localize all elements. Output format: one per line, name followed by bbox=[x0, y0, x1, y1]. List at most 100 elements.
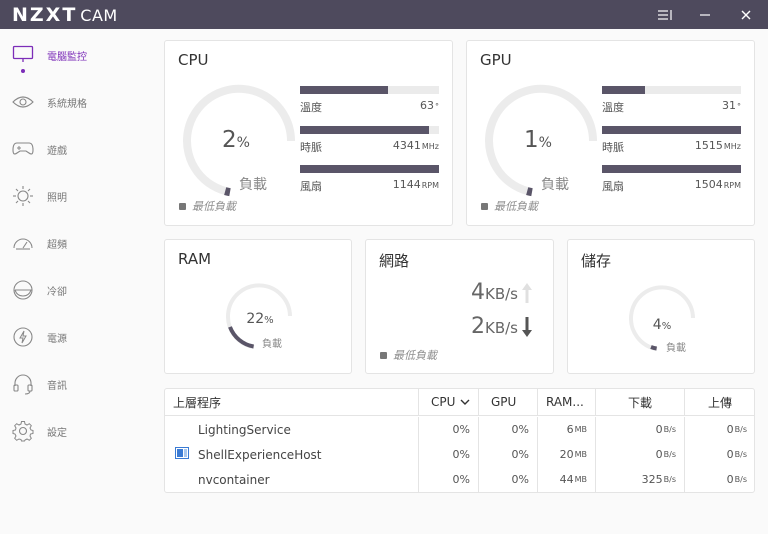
gpu-clock-readout: 1515MHz bbox=[661, 139, 741, 152]
gpu-card[interactable]: GPU 1% 負載 最低負載 溫度 31° 時脈 1515MHz 風扇 1504… bbox=[466, 40, 755, 226]
process-download: 0 B/s bbox=[596, 442, 685, 467]
col-header-upload[interactable]: 上傳 bbox=[685, 389, 755, 416]
sidebar-item-label: 遊戲 bbox=[47, 145, 67, 157]
sidebar-item-label: 設定 bbox=[47, 427, 67, 439]
cooling-icon bbox=[11, 278, 35, 302]
sidebar-item-pc-monitor[interactable]: 電腦監控 bbox=[0, 35, 150, 75]
cpu-temp-bar-fill bbox=[300, 86, 388, 94]
process-upload: 0 B/s bbox=[685, 467, 755, 492]
sidebar-item-label: 電源 bbox=[47, 333, 67, 345]
gpu-fan-value: 1504 bbox=[694, 178, 723, 191]
cpu-low-load: 最低負載 bbox=[179, 198, 236, 214]
gpu-fan-label: 風扇 bbox=[602, 180, 624, 193]
gpu-low-load: 最低負載 bbox=[481, 198, 538, 214]
minimize-icon bbox=[700, 13, 710, 16]
sidebar-item-power[interactable]: 電源 bbox=[0, 317, 150, 357]
col-header-download[interactable]: 下載 bbox=[596, 389, 685, 416]
sidebar-item-cooling[interactable]: 冷卻 bbox=[0, 270, 150, 310]
sidebar-item-lighting[interactable]: 照明 bbox=[0, 176, 150, 216]
col-header-cpu[interactable]: CPU bbox=[419, 389, 479, 416]
network-card[interactable]: 網路 4KB/s 2KB/s 最低負載 bbox=[365, 239, 554, 374]
network-upload-unit: KB/s bbox=[485, 285, 518, 303]
process-download-value: 0 bbox=[655, 448, 663, 461]
gpu-clock-bar bbox=[602, 126, 741, 134]
gpu-temp-bar-fill bbox=[602, 86, 646, 94]
cpu-fan-unit: RPM bbox=[421, 181, 439, 190]
cpu-temp-value: 63 bbox=[420, 99, 434, 112]
power-icon bbox=[11, 325, 35, 349]
sidebar-item-overclock[interactable]: 超頻 bbox=[0, 223, 150, 263]
cpu-temp-bar bbox=[300, 86, 439, 94]
sidebar-item-label: 音訊 bbox=[47, 380, 67, 392]
low-load-square-icon bbox=[179, 202, 186, 210]
process-cpu: 0% bbox=[419, 442, 479, 467]
ram-load-unit: % bbox=[264, 315, 274, 326]
col-header-process-label: 上層程序 bbox=[173, 395, 222, 410]
cpu-temp-readout: 63° bbox=[369, 99, 439, 112]
col-header-process[interactable]: 上層程序 bbox=[165, 389, 419, 416]
close-button[interactable] bbox=[731, 0, 761, 29]
network-title: 網路 bbox=[379, 252, 410, 270]
active-indicator bbox=[21, 69, 25, 73]
process-ram-value: 44 bbox=[559, 473, 574, 486]
gpu-temp-unit: ° bbox=[737, 102, 741, 111]
sidebar: 電腦監控 系統規格 遊戲 照明 超頻 冷卻 電源 音訊 設定 bbox=[0, 29, 150, 534]
network-low-load-label: 最低負載 bbox=[393, 349, 437, 362]
cpu-clock-bar-fill bbox=[300, 126, 430, 134]
sidebar-item-audio[interactable]: 音訊 bbox=[0, 364, 150, 404]
col-header-ram[interactable]: RAM... bbox=[538, 389, 596, 416]
process-name: nvcontainer bbox=[165, 467, 419, 492]
storage-load-label: 負載 bbox=[666, 343, 686, 354]
process-download-value: 0 bbox=[655, 423, 663, 436]
logo-sub-text: CAM bbox=[80, 6, 118, 25]
gpu-clock-bar-fill bbox=[602, 126, 741, 134]
network-download-unit: KB/s bbox=[485, 319, 518, 337]
minimize-button[interactable] bbox=[690, 0, 720, 29]
sidebar-item-system-specs[interactable]: 系統規格 bbox=[0, 82, 150, 122]
storage-load-value: 4 bbox=[652, 317, 662, 333]
cpu-fan-bar-fill bbox=[300, 165, 439, 173]
light-icon bbox=[11, 184, 35, 208]
cpu-temp-label: 溫度 bbox=[300, 101, 322, 114]
low-load-square-icon bbox=[380, 351, 387, 359]
process-upload-unit: B/s bbox=[734, 475, 747, 484]
sidebar-item-label: 照明 bbox=[47, 192, 67, 204]
ram-load-label: 負載 bbox=[262, 339, 282, 350]
col-header-gpu[interactable]: GPU bbox=[479, 389, 538, 416]
col-header-cpu-label: CPU bbox=[431, 395, 456, 409]
process-ram-unit: MB bbox=[574, 475, 587, 484]
process-name: LightingService bbox=[165, 417, 419, 442]
gpu-title: GPU bbox=[480, 51, 512, 69]
storage-load-unit: % bbox=[661, 321, 672, 332]
menu-button[interactable] bbox=[650, 0, 680, 29]
app-logo: NZXT CAM bbox=[12, 5, 118, 25]
gpu-fan-unit: RPM bbox=[723, 181, 741, 190]
cpu-card[interactable]: CPU 2% 負載 最低負載 溫度 63° 時脈 4341MHz 風扇 1144… bbox=[164, 40, 453, 226]
gpu-load-label: 負載 bbox=[541, 177, 569, 193]
sidebar-item-gaming[interactable]: 遊戲 bbox=[0, 129, 150, 169]
eye-icon bbox=[11, 90, 35, 114]
cpu-load-unit: % bbox=[236, 135, 250, 151]
storage-load-readout: 4% bbox=[637, 314, 687, 333]
sidebar-item-settings[interactable]: 設定 bbox=[0, 411, 150, 451]
cpu-temp-unit: ° bbox=[435, 102, 439, 111]
gpu-fan-bar bbox=[602, 165, 741, 173]
process-download-value: 325 bbox=[641, 473, 663, 486]
process-download-unit: B/s bbox=[663, 475, 676, 484]
close-icon bbox=[741, 10, 751, 19]
process-ram: 6 MB bbox=[538, 417, 596, 442]
process-cpu: 0% bbox=[419, 417, 479, 442]
gpu-fan-bar-fill bbox=[602, 165, 741, 173]
logo-main-text: NZXT bbox=[12, 4, 78, 26]
storage-title: 儲存 bbox=[581, 252, 612, 270]
gpu-fan-readout: 1504RPM bbox=[661, 178, 741, 191]
monitor-icon bbox=[11, 43, 35, 67]
network-upload-value: 4 bbox=[471, 280, 485, 305]
ram-card[interactable]: RAM 22% 負載 bbox=[164, 239, 352, 374]
process-upload-value: 0 bbox=[726, 448, 734, 461]
ram-title: RAM bbox=[178, 250, 212, 268]
process-cpu: 0% bbox=[419, 467, 479, 492]
chevron-down-icon bbox=[460, 399, 470, 405]
process-table: 上層程序 CPU GPU RAM... 下載 上傳 LightingServic… bbox=[164, 388, 755, 493]
storage-card[interactable]: 儲存 4% 負載 bbox=[567, 239, 755, 374]
